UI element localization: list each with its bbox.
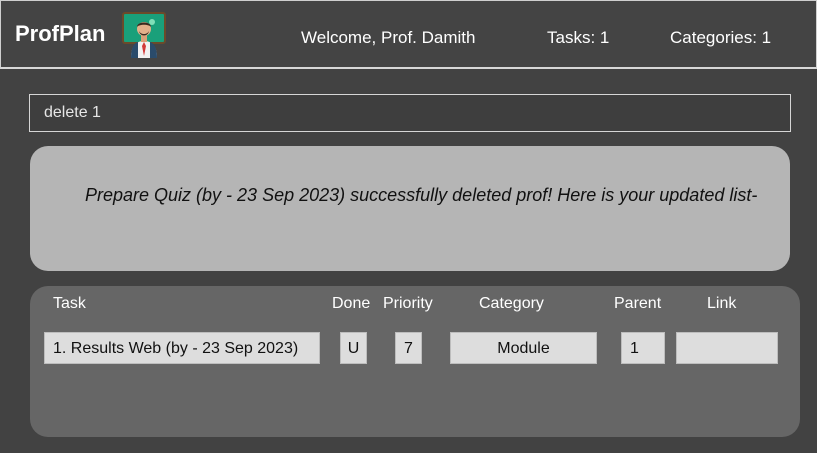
category-cell: Module — [450, 332, 597, 364]
column-header-task: Task — [53, 295, 86, 312]
categories-count: Categories: 1 — [670, 28, 772, 47]
welcome-text: Welcome, Prof. Damith — [301, 28, 476, 47]
column-header-done: Done — [332, 295, 371, 312]
column-header-link: Link — [707, 295, 737, 312]
column-header-category: Category — [479, 295, 544, 312]
parent-cell: 1 — [621, 332, 665, 364]
teacher-avatar-icon — [122, 12, 166, 58]
column-header-parent: Parent — [614, 295, 662, 312]
task-list-panel[interactable]: Task Done Priority Category Parent Link … — [30, 286, 800, 437]
task-cell: 1. Results Web (by - 23 Sep 2023) — [44, 332, 320, 364]
link-cell — [676, 332, 778, 364]
result-display: Prepare Quiz (by - 23 Sep 2023) successf… — [30, 146, 790, 271]
priority-cell: 7 — [395, 332, 422, 364]
command-input[interactable] — [29, 94, 791, 132]
result-message: Prepare Quiz (by - 23 Sep 2023) successf… — [85, 185, 758, 205]
column-header-priority: Priority — [383, 295, 433, 312]
tasks-count: Tasks: 1 — [547, 28, 610, 47]
app-title: ProfPlan — [15, 21, 106, 46]
app-header: ProfPlan Welcome, Prof. Damith Tasks: 1 … — [0, 0, 817, 69]
done-cell: U — [340, 332, 367, 364]
